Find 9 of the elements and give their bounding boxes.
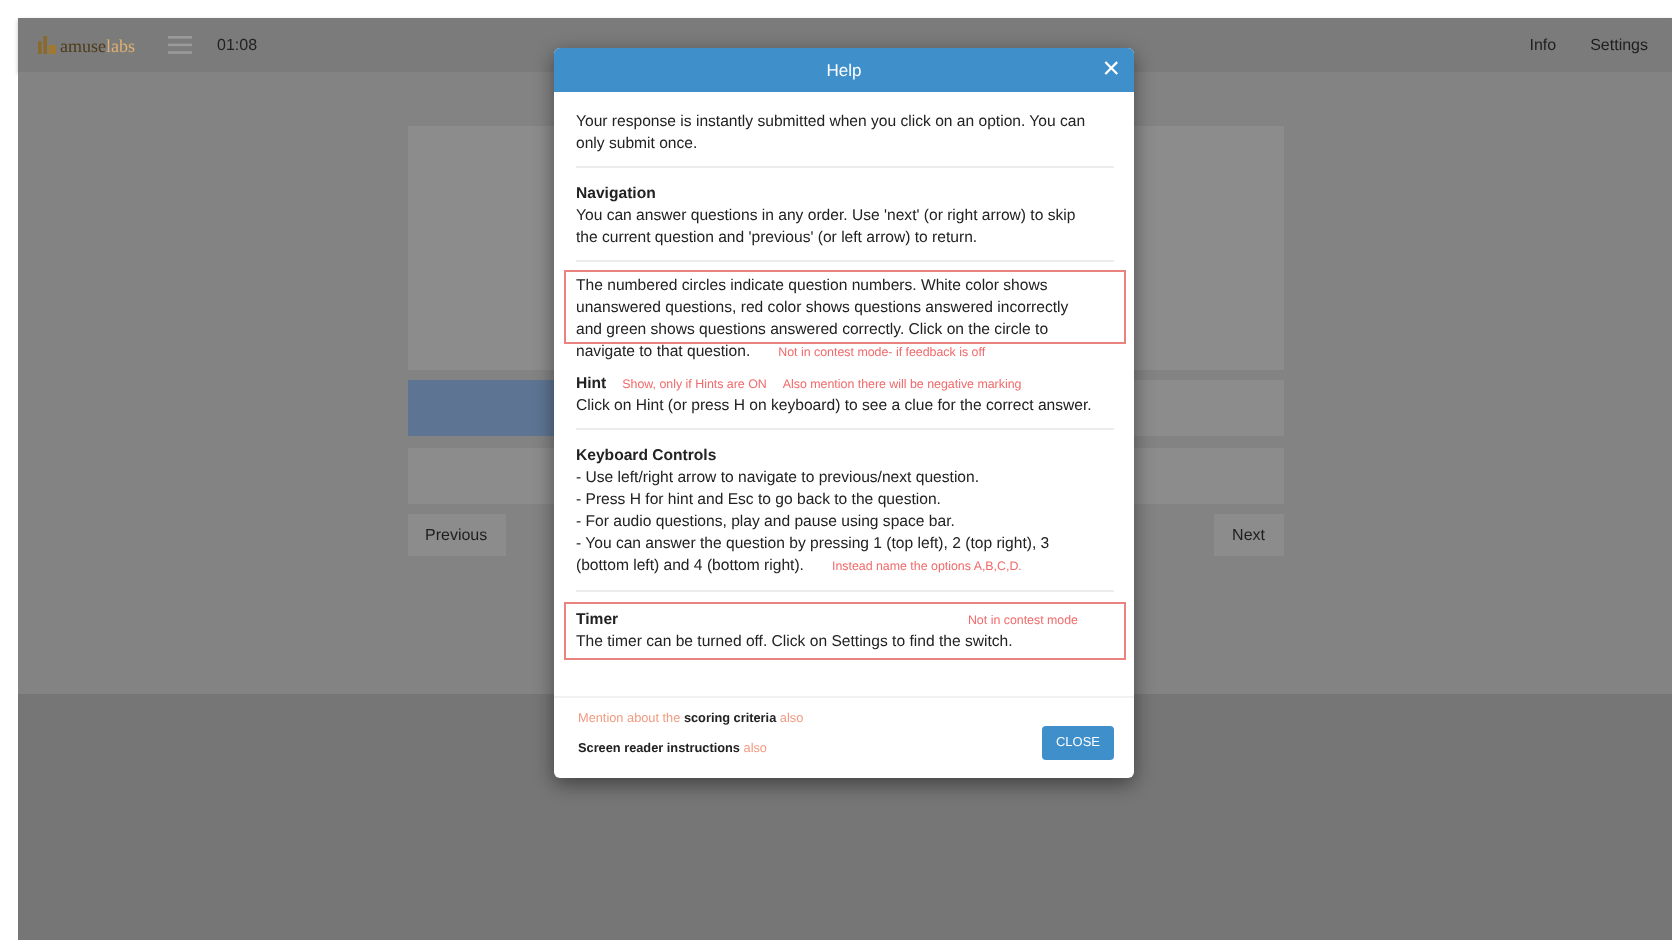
close-button[interactable]: × xyxy=(1102,54,1120,84)
header-link[interactable]: Info xyxy=(1529,36,1557,54)
previous-button[interactable]: Previous xyxy=(407,514,506,556)
next-button[interactable]: Next xyxy=(1214,514,1283,556)
dialog-title: Help xyxy=(826,60,862,80)
header-link[interactable]: Settings xyxy=(1590,36,1648,54)
menu-icon[interactable] xyxy=(167,36,191,54)
timer-text: 01:08 xyxy=(217,36,258,54)
logo[interactable]: amuselabs xyxy=(38,35,135,55)
